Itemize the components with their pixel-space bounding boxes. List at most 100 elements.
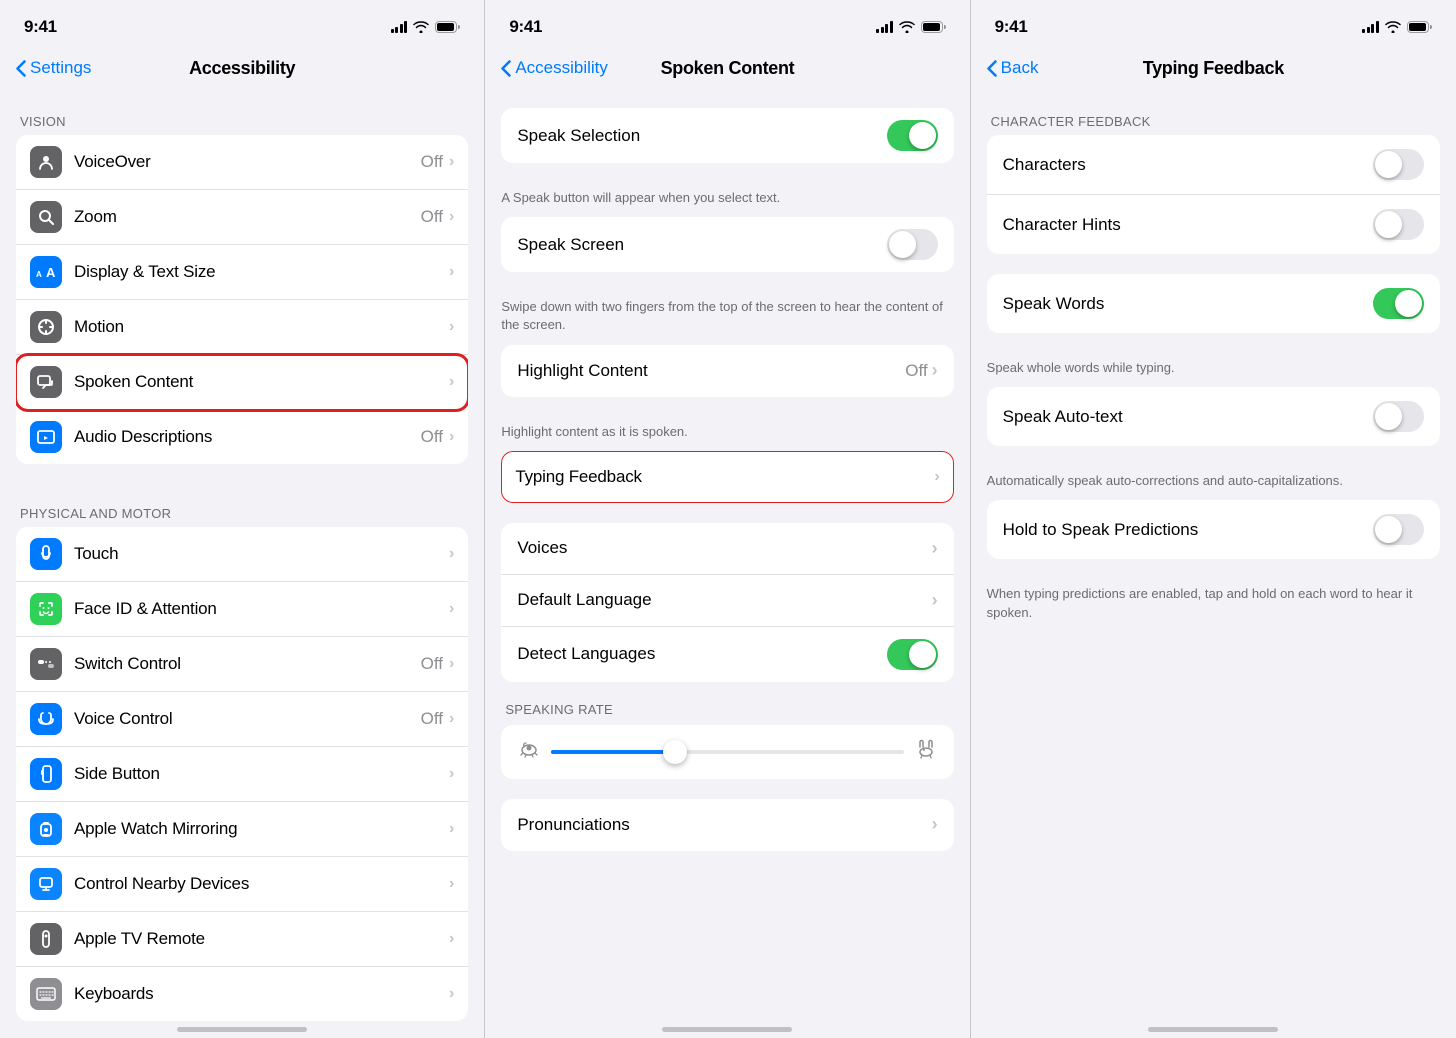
faceid-label: Face ID & Attention — [74, 599, 449, 619]
side-icon — [30, 758, 62, 790]
speak-screen-label: Speak Screen — [517, 235, 886, 255]
list-item-switch[interactable]: Switch Control Off › — [16, 637, 468, 692]
list-item-motion[interactable]: Motion › — [16, 300, 468, 355]
speaking-rate-header: SPEAKING RATE — [501, 702, 953, 717]
speak-screen-toggle[interactable] — [887, 229, 938, 260]
slow-turtle-icon — [517, 740, 541, 764]
motion-chevron: › — [449, 318, 454, 336]
char-hints-label: Character Hints — [1003, 215, 1373, 235]
rate-slider-thumb[interactable] — [663, 740, 687, 764]
tv-icon — [30, 923, 62, 955]
voice-icon — [30, 703, 62, 735]
status-icons-3 — [1362, 21, 1432, 33]
detect-lang-knob — [909, 641, 936, 668]
list-item-zoom[interactable]: Zoom Off › — [16, 190, 468, 245]
hold-speak-group: Hold to Speak Predictions — [987, 500, 1440, 559]
voices-row[interactable]: Voices › — [501, 523, 953, 575]
speak-words-row[interactable]: Speak Words — [987, 274, 1440, 333]
voice-value: Off — [421, 709, 443, 729]
detect-lang-row[interactable]: Detect Languages — [501, 627, 953, 682]
highlight-row[interactable]: Highlight Content Off › — [501, 345, 953, 397]
list-item-voiceover[interactable]: VoiceOver Off › — [16, 135, 468, 190]
char-feedback-header: CHARACTER FEEDBACK — [971, 92, 1456, 135]
back-button-2[interactable]: Accessibility — [501, 58, 608, 78]
tv-label: Apple TV Remote — [74, 929, 449, 949]
voiceover-label: VoiceOver — [74, 152, 421, 172]
speak-selection-toggle[interactable] — [887, 120, 938, 151]
speak-screen-row[interactable]: Speak Screen — [501, 217, 953, 272]
char-hints-knob — [1375, 211, 1402, 238]
default-lang-row[interactable]: Default Language › — [501, 575, 953, 627]
list-item-keyboards[interactable]: Keyboards › — [16, 967, 468, 1021]
switch-icon — [30, 648, 62, 680]
highlight-value-chevron: Off › — [905, 360, 937, 381]
audio-chevron: › — [449, 428, 454, 446]
nav-bar-1: Settings Accessibility — [0, 48, 484, 92]
typing-feedback-row[interactable]: Typing Feedback › — [501, 451, 953, 503]
back-button-3[interactable]: Back — [987, 58, 1039, 78]
svg-text:A: A — [46, 265, 56, 280]
pronunciations-row[interactable]: Pronunciations › — [501, 799, 953, 851]
speak-autotext-label: Speak Auto-text — [1003, 407, 1373, 427]
switch-value: Off — [421, 654, 443, 674]
hold-speak-row[interactable]: Hold to Speak Predictions — [987, 500, 1440, 559]
list-item-tv[interactable]: Apple TV Remote › — [16, 912, 468, 967]
detect-lang-toggle[interactable] — [887, 639, 938, 670]
highlight-chevron: › — [932, 360, 938, 381]
speak-autotext-toggle[interactable] — [1373, 401, 1424, 432]
speak-selection-row[interactable]: Speak Selection — [501, 108, 953, 163]
char-hints-row[interactable]: Character Hints — [987, 195, 1440, 254]
display-chevron: › — [449, 263, 454, 281]
list-item-touch[interactable]: Touch › — [16, 527, 468, 582]
switch-chevron: › — [449, 655, 454, 673]
tv-chevron: › — [449, 930, 454, 948]
characters-row[interactable]: Characters — [987, 135, 1440, 195]
speak-autotext-subtext: Automatically speak auto-corrections and… — [971, 466, 1456, 500]
speak-autotext-knob — [1375, 403, 1402, 430]
speak-autotext-row[interactable]: Speak Auto-text — [987, 387, 1440, 446]
char-feedback-group: Characters Character Hints — [987, 135, 1440, 254]
list-item-watch[interactable]: Apple Watch Mirroring › — [16, 802, 468, 857]
pronunciations-chevron: › — [932, 814, 938, 835]
speak-selection-knob — [909, 122, 936, 149]
highlight-group: Highlight Content Off › — [501, 345, 953, 397]
faceid-icon — [30, 593, 62, 625]
rate-slider-track[interactable] — [551, 750, 903, 754]
list-item-audio[interactable]: Audio Descriptions Off › — [16, 410, 468, 464]
typing-feedback-label: Typing Feedback — [515, 467, 934, 487]
spoken-icon — [30, 366, 62, 398]
zoom-chevron: › — [449, 208, 454, 226]
panel1-scroll[interactable]: VISION VoiceOver Off › Zoom Off › — [0, 92, 484, 1038]
panel1-accessibility: 9:41 Settings Accessi — [0, 0, 485, 1038]
list-item-faceid[interactable]: Face ID & Attention › — [16, 582, 468, 637]
list-item-side[interactable]: Side Button › — [16, 747, 468, 802]
panel3-scroll[interactable]: CHARACTER FEEDBACK Characters Character … — [971, 92, 1456, 1038]
hold-speak-toggle[interactable] — [1373, 514, 1424, 545]
faceid-chevron: › — [449, 600, 454, 618]
wifi-icon-3 — [1385, 21, 1401, 33]
page-title-3: Typing Feedback — [1143, 58, 1284, 79]
voices-label: Voices — [517, 538, 931, 558]
panel2-scroll[interactable]: Speak Selection A Speak button will appe… — [485, 92, 969, 1038]
char-hints-toggle[interactable] — [1373, 209, 1424, 240]
pronunciations-group: Pronunciations › — [501, 799, 953, 851]
list-item-nearby[interactable]: Control Nearby Devices › — [16, 857, 468, 912]
voice-chevron: › — [449, 710, 454, 728]
list-item-spoken[interactable]: Spoken Content › — [16, 355, 468, 410]
keyboards-chevron: › — [449, 985, 454, 1003]
back-button-1[interactable]: Settings — [16, 58, 91, 78]
speak-words-toggle[interactable] — [1373, 288, 1424, 319]
fast-rabbit-icon — [914, 739, 938, 765]
nav-bar-3: Back Typing Feedback — [971, 48, 1456, 92]
typing-feedback-group: Typing Feedback › — [501, 451, 953, 503]
list-item-display[interactable]: AA Display & Text Size › — [16, 245, 468, 300]
spoken-label: Spoken Content — [74, 372, 449, 392]
highlight-label: Highlight Content — [517, 361, 905, 381]
scroll-indicator-2 — [662, 1027, 792, 1032]
characters-toggle[interactable] — [1373, 149, 1424, 180]
hold-speak-label: Hold to Speak Predictions — [1003, 520, 1373, 540]
scroll-indicator-3 — [1148, 1027, 1278, 1032]
wifi-icon-1 — [413, 21, 429, 33]
nearby-icon — [30, 868, 62, 900]
list-item-voice[interactable]: Voice Control Off › — [16, 692, 468, 747]
